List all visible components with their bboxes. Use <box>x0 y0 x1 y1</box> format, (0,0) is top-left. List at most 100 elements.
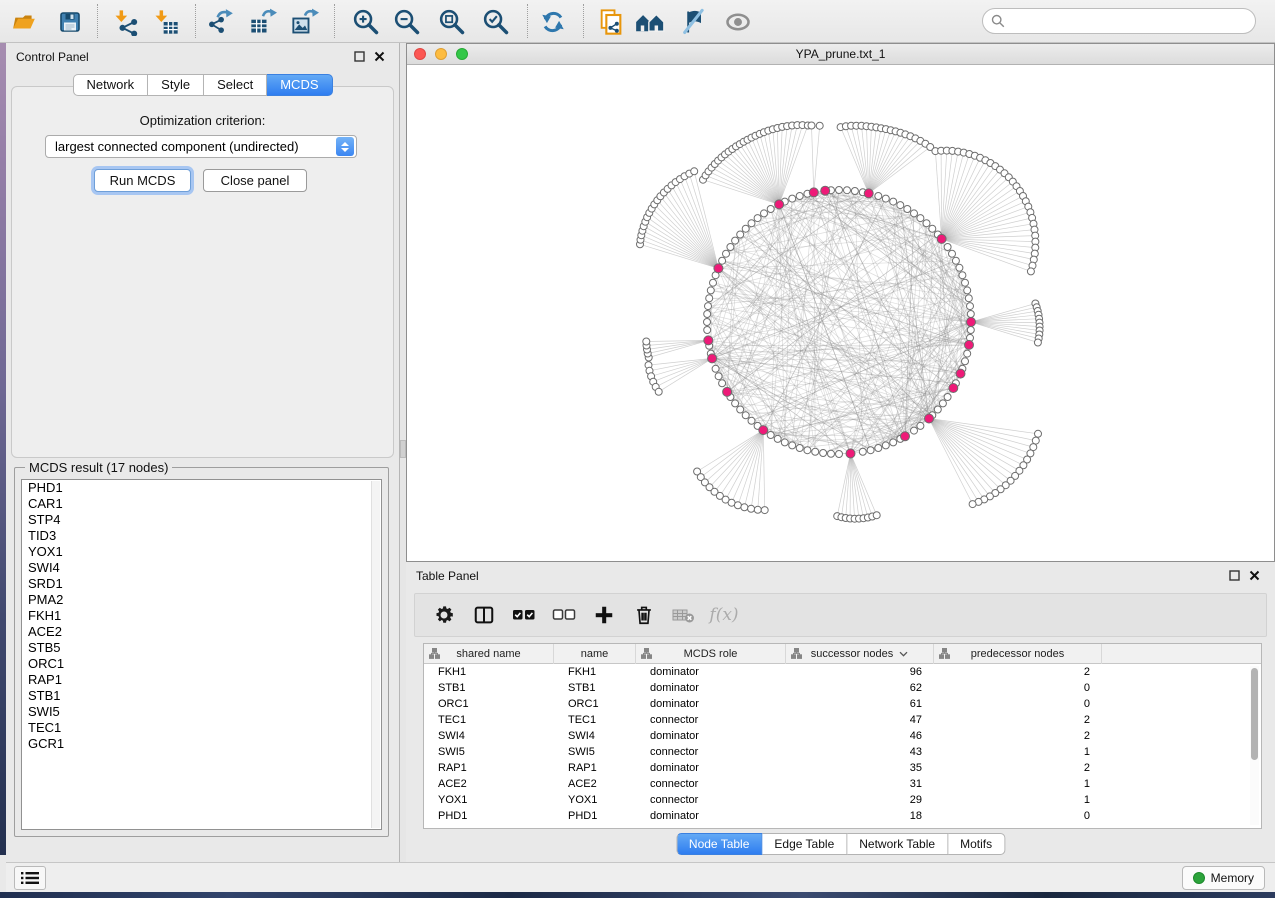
mcds-result-item[interactable]: GCR1 <box>22 736 381 752</box>
network-graph[interactable] <box>407 65 1274 562</box>
cell-predecessor-nodes[interactable]: 2 <box>934 728 1102 744</box>
add-row-icon[interactable] <box>591 602 617 628</box>
cell-name[interactable]: YOX1 <box>554 792 636 808</box>
table-row[interactable]: ORC1ORC1dominator610 <box>424 696 1261 712</box>
mcds-result-item[interactable]: STB1 <box>22 688 381 704</box>
hide-selected-icon[interactable] <box>679 7 709 37</box>
tab-select[interactable]: Select <box>204 74 267 96</box>
zoom-fit-icon[interactable] <box>437 7 467 37</box>
cell-successor-nodes[interactable]: 31 <box>786 776 934 792</box>
table-row[interactable]: TEC1TEC1connector472 <box>424 712 1261 728</box>
table-row[interactable]: ACE2ACE2connector311 <box>424 776 1261 792</box>
column-header-mcds-role[interactable]: MCDS role <box>636 644 786 664</box>
tab-network[interactable]: Network <box>72 74 148 96</box>
cell-shared-name[interactable]: STB1 <box>424 680 554 696</box>
mcds-result-item[interactable]: SWI4 <box>22 560 381 576</box>
export-table-icon[interactable] <box>248 7 278 37</box>
cell-successor-nodes[interactable]: 29 <box>786 792 934 808</box>
cell-predecessor-nodes[interactable]: 2 <box>934 760 1102 776</box>
cell-name[interactable]: SWI5 <box>554 744 636 760</box>
cell-successor-nodes[interactable]: 46 <box>786 728 934 744</box>
mcds-result-item[interactable]: RAP1 <box>22 672 381 688</box>
float-panel-icon[interactable] <box>1229 570 1240 581</box>
cell-predecessor-nodes[interactable]: 1 <box>934 792 1102 808</box>
tab-mcds[interactable]: MCDS <box>267 74 332 96</box>
cell-successor-nodes[interactable]: 96 <box>786 664 934 680</box>
close-panel-icon[interactable] <box>1249 570 1260 581</box>
cell-shared-name[interactable]: FKH1 <box>424 664 554 680</box>
column-header-successor-nodes[interactable]: successor nodes <box>786 644 934 664</box>
cell-name[interactable]: FKH1 <box>554 664 636 680</box>
mcds-result-item[interactable]: PHD1 <box>22 480 381 496</box>
close-panel-icon[interactable] <box>374 51 385 62</box>
cell-predecessor-nodes[interactable]: 2 <box>934 712 1102 728</box>
cell-successor-nodes[interactable]: 47 <box>786 712 934 728</box>
tab-node-table[interactable]: Node Table <box>676 833 763 855</box>
cell-name[interactable]: PHD1 <box>554 808 636 824</box>
column-header-predecessor-nodes[interactable]: predecessor nodes <box>934 644 1102 664</box>
cell-predecessor-nodes[interactable]: 2 <box>934 664 1102 680</box>
mcds-result-item[interactable]: YOX1 <box>22 544 381 560</box>
cell-predecessor-nodes[interactable]: 0 <box>934 680 1102 696</box>
cell-shared-name[interactable]: PHD1 <box>424 808 554 824</box>
column-header-name[interactable]: name <box>554 644 636 664</box>
cell-successor-nodes[interactable]: 43 <box>786 744 934 760</box>
cell-predecessor-nodes[interactable]: 1 <box>934 776 1102 792</box>
cell-mcds-role[interactable]: connector <box>636 744 786 760</box>
cell-name[interactable]: ORC1 <box>554 696 636 712</box>
mcds-result-item[interactable]: SWI5 <box>22 704 381 720</box>
export-image-icon[interactable] <box>290 7 320 37</box>
network-window-titlebar[interactable]: YPA_prune.txt_1 <box>407 44 1274 65</box>
table-scrollbar[interactable] <box>1250 666 1259 825</box>
table-row[interactable]: PHD1PHD1dominator180 <box>424 808 1261 824</box>
zoom-selected-icon[interactable] <box>481 7 511 37</box>
optimization-select[interactable]: largest connected component (undirected) <box>45 135 357 158</box>
show-all-icon[interactable] <box>723 7 753 37</box>
cell-name[interactable]: RAP1 <box>554 760 636 776</box>
save-session-icon[interactable] <box>55 7 85 37</box>
cell-name[interactable]: SWI4 <box>554 728 636 744</box>
cell-shared-name[interactable]: TEC1 <box>424 712 554 728</box>
cell-shared-name[interactable]: RAP1 <box>424 760 554 776</box>
deselect-all-icon[interactable] <box>551 602 577 628</box>
mcds-result-item[interactable]: TEC1 <box>22 720 381 736</box>
cell-name[interactable]: TEC1 <box>554 712 636 728</box>
table-row[interactable]: SWI5SWI5connector431 <box>424 744 1261 760</box>
cell-successor-nodes[interactable]: 18 <box>786 808 934 824</box>
cell-mcds-role[interactable]: dominator <box>636 728 786 744</box>
mcds-result-item[interactable]: ACE2 <box>22 624 381 640</box>
table-row[interactable]: SWI4SWI4dominator462 <box>424 728 1261 744</box>
tab-edge-table[interactable]: Edge Table <box>762 833 847 855</box>
tab-motifs[interactable]: Motifs <box>948 833 1005 855</box>
cell-successor-nodes[interactable]: 61 <box>786 696 934 712</box>
cell-shared-name[interactable]: ACE2 <box>424 776 554 792</box>
cell-shared-name[interactable]: SWI5 <box>424 744 554 760</box>
column-header-shared-name[interactable]: shared name <box>424 644 554 664</box>
zoom-in-icon[interactable] <box>351 7 381 37</box>
cell-mcds-role[interactable]: dominator <box>636 808 786 824</box>
cell-mcds-role[interactable]: dominator <box>636 696 786 712</box>
mcds-result-item[interactable]: CAR1 <box>22 496 381 512</box>
table-row[interactable]: FKH1FKH1dominator962 <box>424 664 1261 680</box>
mcds-result-item[interactable]: ORC1 <box>22 656 381 672</box>
import-table-icon[interactable] <box>151 7 181 37</box>
cell-shared-name[interactable]: YOX1 <box>424 792 554 808</box>
cell-successor-nodes[interactable]: 35 <box>786 760 934 776</box>
search-field[interactable] <box>1010 14 1255 28</box>
delete-table-icon[interactable] <box>671 602 697 628</box>
mcds-result-item[interactable]: STB5 <box>22 640 381 656</box>
cell-shared-name[interactable]: SWI4 <box>424 728 554 744</box>
cell-successor-nodes[interactable]: 62 <box>786 680 934 696</box>
cell-mcds-role[interactable]: connector <box>636 792 786 808</box>
clone-network-icon[interactable] <box>596 7 626 37</box>
close-panel-button[interactable]: Close panel <box>203 169 307 192</box>
settings-gear-icon[interactable] <box>431 602 457 628</box>
cell-shared-name[interactable]: ORC1 <box>424 696 554 712</box>
cell-predecessor-nodes[interactable]: 1 <box>934 744 1102 760</box>
search-input[interactable] <box>982 8 1256 34</box>
cell-name[interactable]: STB1 <box>554 680 636 696</box>
mcds-result-item[interactable]: FKH1 <box>22 608 381 624</box>
refresh-view-icon[interactable] <box>538 7 568 37</box>
cell-mcds-role[interactable]: dominator <box>636 664 786 680</box>
cell-mcds-role[interactable]: connector <box>636 712 786 728</box>
